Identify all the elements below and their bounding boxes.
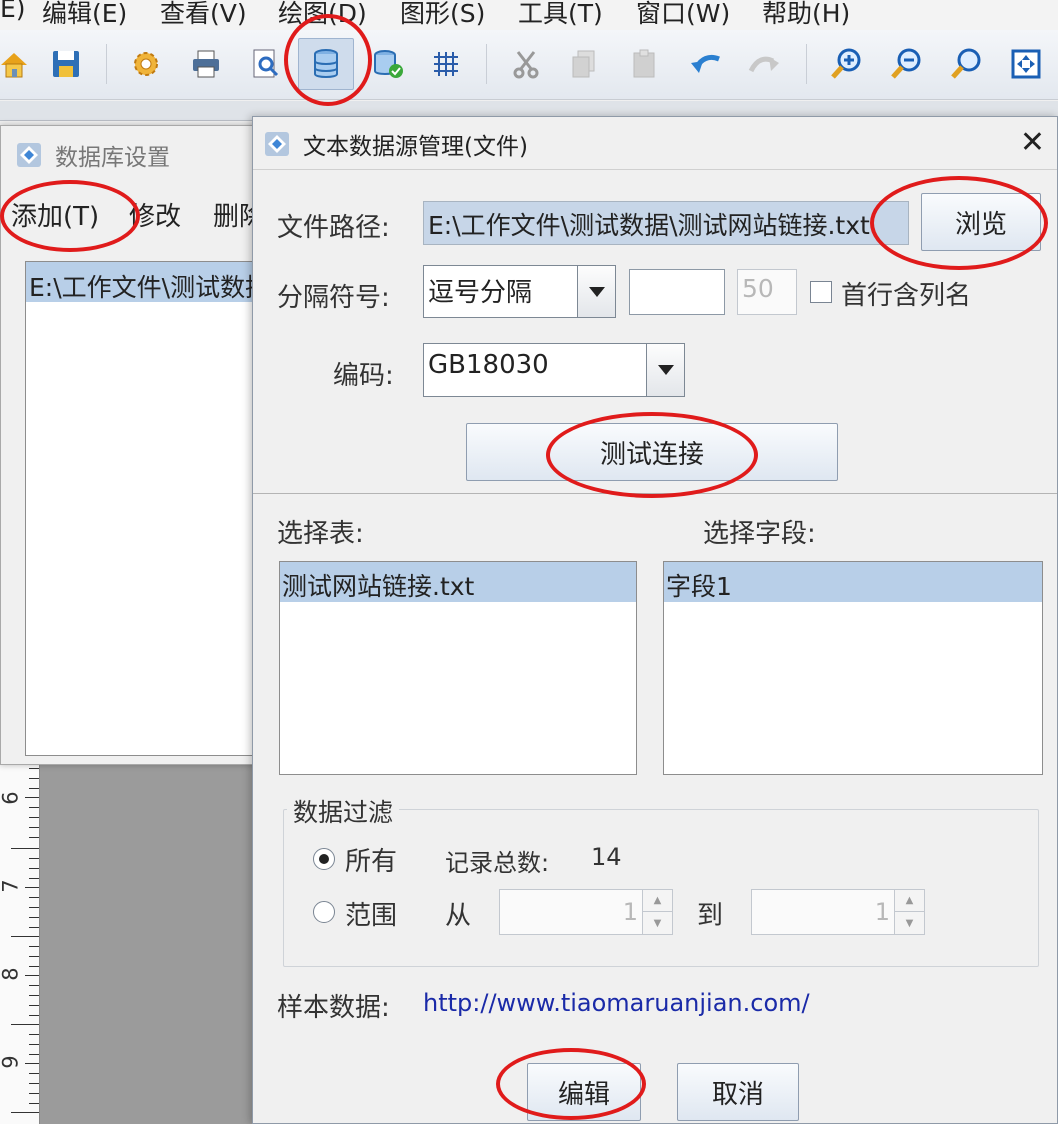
file-path-label: 文件路径: [277,213,390,243]
select-field-label: 选择字段: [703,519,816,549]
range-from-stepper[interactable]: 1 ▲ ▼ [499,889,673,935]
paste-icon[interactable] [622,42,666,86]
save-icon[interactable] [44,42,88,86]
filter-range-radio[interactable] [313,901,335,923]
app-icon [15,141,43,169]
edit-button[interactable]: 编辑 [527,1063,641,1121]
range-to-stepper[interactable]: 1 ▲ ▼ [751,889,925,935]
fit-page-icon[interactable] [1004,42,1048,86]
encoding-label: 编码: [333,361,394,391]
settings-gear-icon[interactable] [124,42,168,86]
list-item[interactable]: 测试网站链接.txt [280,562,636,602]
database-add-icon[interactable] [366,42,410,86]
print-preview-icon[interactable] [244,42,288,86]
filter-range-label: 范围 [345,901,398,931]
add-menu-item[interactable]: 添加(T) [11,196,99,233]
database-settings-dialog: 数据库设置 添加(T) 修改 删除 E:\工作文件\测试数据\测试网站链接.tx… [0,125,270,765]
separator-label: 分隔符号: [277,283,390,313]
menu-tools[interactable]: 工具(T) [518,0,603,30]
menu-view[interactable]: 查看(V) [160,0,247,30]
zoom-in-icon[interactable] [824,42,868,86]
browse-button[interactable]: 浏览 [921,193,1041,251]
file-path-field[interactable]: E:\工作文件\测试数据\测试网站链接.txt [423,201,909,245]
design-canvas[interactable] [40,760,260,1124]
dialog-title-text: 文本数据源管理(文件) [303,134,528,160]
zoom-out-icon[interactable] [884,42,928,86]
dialog-title: 数据库设置 [15,138,170,172]
to-label: 到 [697,901,724,931]
total-records-value: 14 [591,843,622,871]
menu-edit[interactable]: 编辑(E) [42,0,127,30]
encoding-select[interactable]: GB18030 [423,343,685,397]
range-from-value: 1 [622,898,638,926]
from-label: 从 [445,901,472,931]
field-list[interactable]: 字段1 [663,561,1043,775]
test-connection-button[interactable]: 测试连接 [466,423,838,481]
home-icon[interactable] [0,42,36,86]
ruler-label: 8 [0,967,23,981]
dialog-title: 文本数据源管理(文件) [263,127,528,161]
column-count-field[interactable]: 50 [737,269,797,315]
menu-window[interactable]: 窗口(W) [636,0,730,30]
cut-icon[interactable] [504,42,548,86]
app-icon [263,130,291,158]
database-icon[interactable] [298,38,354,90]
chevron-down-icon[interactable] [646,344,684,396]
toolbar [0,30,1058,100]
vertical-ruler: 6 7 8 9 [0,760,40,1124]
zoom-icon[interactable] [944,42,988,86]
menu-shape[interactable]: 图形(S) [400,0,485,30]
redo-icon[interactable] [742,42,786,86]
text-datasource-dialog: 文本数据源管理(文件) ✕ 文件路径: E:\工作文件\测试数据\测试网站链接.… [252,116,1058,1124]
first-row-header-label: 首行含列名 [841,281,972,311]
select-table-label: 选择表: [277,519,364,549]
close-icon[interactable]: ✕ [1020,125,1045,160]
menubar: E) 编辑(E) 查看(V) 绘图(D) 图形(S) 工具(T) 窗口(W) 帮… [0,0,1058,30]
sample-data-link[interactable]: http://www.tiaomaruanjian.com/ [423,989,810,1017]
stepper-up-icon[interactable]: ▲ [894,890,924,912]
cancel-button[interactable]: 取消 [677,1063,799,1121]
data-filter-group [283,809,1039,967]
stepper-down-icon[interactable]: ▼ [894,912,924,934]
data-source-list[interactable]: E:\工作文件\测试数据\测试网站链接.txt [25,261,265,756]
filter-all-radio[interactable] [313,848,335,870]
menu-file[interactable]: E) [0,0,26,23]
encoding-value: GB18030 [428,350,549,380]
ruler-label: 7 [0,879,23,893]
print-icon[interactable] [184,42,228,86]
list-item[interactable]: 字段1 [664,562,1042,602]
modify-menu-item[interactable]: 修改 [129,196,181,233]
grid-icon[interactable] [424,42,468,86]
range-to-value: 1 [874,898,890,926]
copy-icon[interactable] [562,42,606,86]
menu-draw[interactable]: 绘图(D) [278,0,367,30]
chevron-down-icon[interactable] [577,266,615,317]
separator-value: 逗号分隔 [428,278,533,308]
ruler-label: 9 [0,1055,23,1069]
filter-all-label: 所有 [345,847,398,877]
undo-icon[interactable] [684,42,728,86]
dialog-title-text: 数据库设置 [55,145,170,171]
total-records-label: 记录总数: [445,849,550,877]
menu-help[interactable]: 帮助(H) [762,0,850,30]
stepper-down-icon[interactable]: ▼ [642,912,672,934]
stepper-up-icon[interactable]: ▲ [642,890,672,912]
custom-separator-field[interactable] [629,269,725,315]
list-item[interactable]: E:\工作文件\测试数据\测试网站链接.txt [26,262,264,302]
first-row-header-checkbox[interactable] [810,281,832,303]
table-list[interactable]: 测试网站链接.txt [279,561,637,775]
separator-select[interactable]: 逗号分隔 [423,265,616,318]
sample-data-label: 样本数据: [277,993,390,1023]
data-filter-title: 数据过滤 [287,793,400,829]
ruler-label: 6 [0,791,23,805]
